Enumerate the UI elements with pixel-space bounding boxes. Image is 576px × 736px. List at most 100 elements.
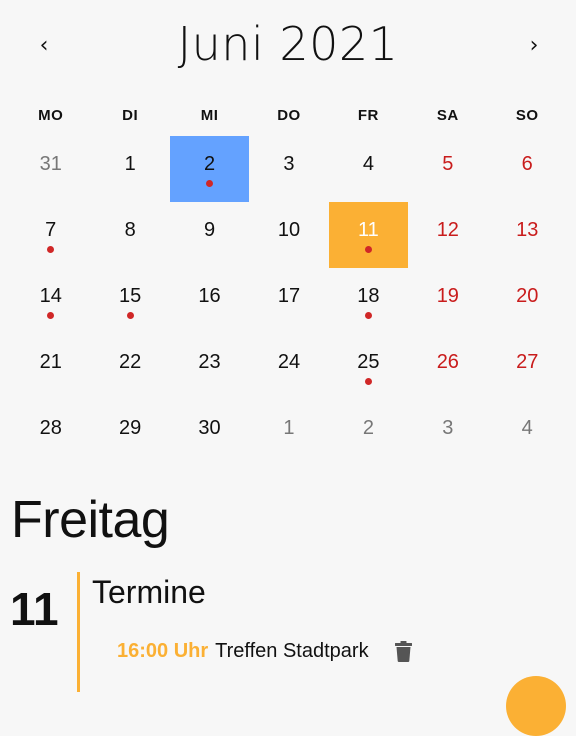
event-indicator-dot xyxy=(364,312,372,319)
day-cell[interactable]: 2 xyxy=(329,400,408,466)
day-number: 30 xyxy=(198,417,221,439)
event-item[interactable]: 16:00 Uhr Treffen Stadtpark xyxy=(117,636,415,666)
weekday-label: SA xyxy=(436,107,459,124)
day-cell[interactable]: 30 xyxy=(170,400,249,466)
weekday-header-row: MO DI MI DO FR SA SO xyxy=(11,104,567,128)
day-number: 4 xyxy=(521,417,533,439)
day-number: 6 xyxy=(521,153,533,175)
event-title: Treffen Stadtpark xyxy=(215,639,369,662)
day-cell[interactable]: 4 xyxy=(488,400,567,466)
day-cell[interactable]: 28 xyxy=(11,400,90,466)
day-cell[interactable]: 8 xyxy=(90,202,169,268)
day-cell[interactable]: 1 xyxy=(249,400,328,466)
weekday-label: DI xyxy=(122,107,139,124)
day-cell[interactable]: 6 xyxy=(488,136,567,202)
day-number: 12 xyxy=(436,219,459,241)
day-cell[interactable]: 25 xyxy=(329,334,408,400)
add-event-button[interactable] xyxy=(506,676,566,736)
day-number: 26 xyxy=(436,351,459,373)
calendar-header: ‹ Juni 2021 › xyxy=(0,0,576,92)
day-number: 2 xyxy=(203,153,216,175)
weekday-label: FR xyxy=(357,107,379,124)
day-cell[interactable]: 17 xyxy=(249,268,328,334)
day-cell[interactable]: 21 xyxy=(11,334,90,400)
day-number: 1 xyxy=(283,417,295,439)
day-number: 3 xyxy=(283,153,295,175)
event-indicator-dot xyxy=(47,312,55,319)
day-number: 1 xyxy=(124,153,136,175)
month-title: Juni 2021 xyxy=(177,17,399,71)
day-number: 10 xyxy=(277,219,301,241)
event-indicator-dot xyxy=(364,378,372,385)
day-cell[interactable]: 4 xyxy=(329,136,408,202)
day-number: 18 xyxy=(357,285,380,307)
day-cell[interactable]: 18 xyxy=(329,268,408,334)
day-number: 2 xyxy=(362,417,374,439)
events-heading: Termine xyxy=(92,574,206,610)
day-number: 24 xyxy=(277,351,301,373)
day-cell[interactable]: 1 xyxy=(90,136,169,202)
day-cell[interactable]: 3 xyxy=(249,136,328,202)
day-number: 9 xyxy=(203,219,216,241)
day-cell[interactable]: 15 xyxy=(90,268,169,334)
day-cell[interactable]: 5 xyxy=(408,136,487,202)
day-number: 17 xyxy=(277,285,301,307)
selected-day-number: 11 xyxy=(10,583,59,635)
day-cell[interactable]: 26 xyxy=(408,334,487,400)
day-number: 13 xyxy=(516,219,539,241)
agenda-divider xyxy=(77,572,80,692)
day-number: 31 xyxy=(39,153,62,175)
day-number: 4 xyxy=(362,153,374,175)
event-indicator-dot xyxy=(206,180,214,187)
day-number: 7 xyxy=(45,219,57,241)
day-number: 29 xyxy=(119,417,142,439)
month-day-grid: 31 1 2 3 4 5 6 7 8 9 10 11 12 13 14 15 16 17 18 19 20 21 22 23 2… xyxy=(11,136,567,466)
day-cell[interactable]: 24 xyxy=(249,334,328,400)
weekday-label: DO xyxy=(277,107,301,124)
day-number: 8 xyxy=(124,219,136,241)
day-cell[interactable]: 19 xyxy=(408,268,487,334)
delete-event-button[interactable] xyxy=(393,638,415,664)
day-cell[interactable]: 10 xyxy=(249,202,328,268)
day-number: 25 xyxy=(357,351,380,373)
weekday-label: MI xyxy=(200,107,219,124)
day-number: 19 xyxy=(436,285,459,307)
day-cell[interactable]: 31 xyxy=(11,136,90,202)
chevron-right-icon: › xyxy=(529,33,539,58)
day-cell[interactable]: 13 xyxy=(488,202,567,268)
day-cell[interactable]: 16 xyxy=(170,268,249,334)
day-number: 21 xyxy=(39,351,62,373)
event-indicator-dot xyxy=(364,246,372,253)
day-cell[interactable]: 9 xyxy=(170,202,249,268)
day-number: 3 xyxy=(442,417,454,439)
day-cell[interactable]: 27 xyxy=(488,334,567,400)
day-number: 27 xyxy=(516,351,539,373)
day-number: 14 xyxy=(39,285,62,307)
day-cell[interactable]: 29 xyxy=(90,400,169,466)
day-number: 16 xyxy=(198,285,221,307)
event-indicator-dot xyxy=(47,246,55,253)
day-cell[interactable]: 14 xyxy=(11,268,90,334)
day-number: 22 xyxy=(119,351,142,373)
day-number: 5 xyxy=(442,153,454,175)
day-cell[interactable]: 12 xyxy=(408,202,487,268)
day-number: 15 xyxy=(119,285,142,307)
day-cell[interactable]: 3 xyxy=(408,400,487,466)
day-cell-selected[interactable]: 11 xyxy=(328,202,409,268)
day-cell[interactable]: 7 xyxy=(11,202,90,268)
weekday-label: SO xyxy=(515,107,539,124)
next-month-button[interactable]: › xyxy=(516,30,552,62)
day-number: 11 xyxy=(358,219,379,241)
day-cell[interactable]: 20 xyxy=(488,268,567,334)
event-indicator-dot xyxy=(126,312,134,319)
event-time: 16:00 Uhr xyxy=(117,639,209,662)
day-number: 20 xyxy=(516,285,539,307)
day-cell[interactable]: 22 xyxy=(90,334,169,400)
day-number: 28 xyxy=(39,417,62,439)
day-number: 23 xyxy=(198,351,221,373)
trash-icon xyxy=(395,640,413,662)
weekday-label: MO xyxy=(38,107,64,124)
day-cell-today[interactable]: 2 xyxy=(169,136,250,202)
selected-weekday-heading: Freitag xyxy=(11,491,170,549)
day-cell[interactable]: 23 xyxy=(170,334,249,400)
